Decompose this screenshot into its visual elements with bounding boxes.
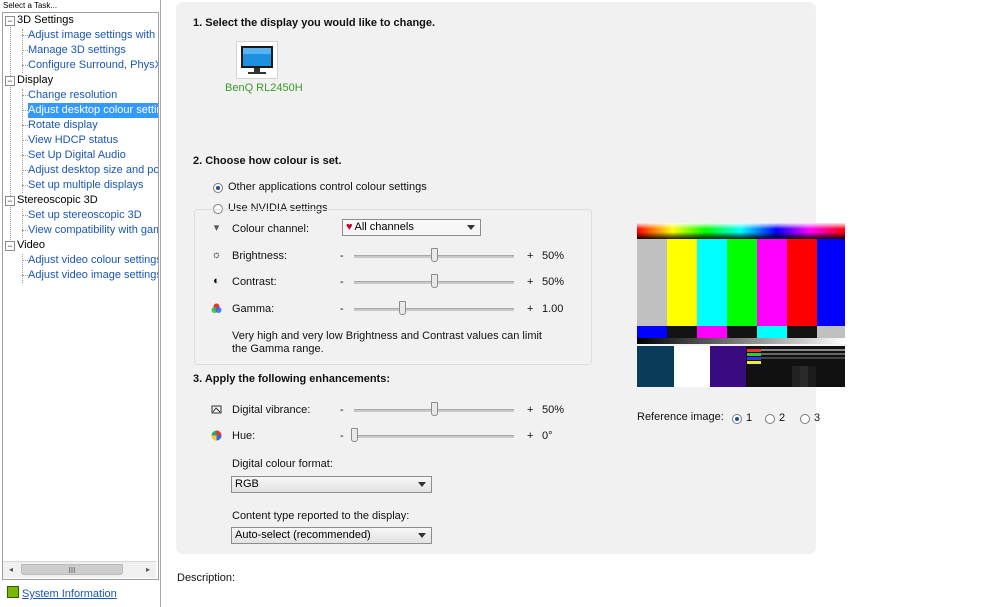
colour-channel-icon: ▾ (213, 222, 220, 234)
tree-item-adjust-desktop-colour[interactable]: Adjust desktop colour setting (28, 103, 158, 118)
sun-icon: ☼ (211, 249, 222, 261)
option-other-applications-label[interactable]: Other applications control colour settin… (228, 181, 427, 193)
hue-slider-track[interactable] (354, 435, 514, 438)
task-pane-title: Select a Task... (3, 1, 58, 10)
hue-label: Hue: (232, 430, 256, 442)
colour-channel-label: Colour channel: (232, 223, 310, 235)
tree-item-digital-audio[interactable]: Set Up Digital Audio (28, 148, 126, 163)
brightness-minus: - (340, 250, 344, 262)
description-label: Description: (177, 572, 236, 584)
digital-colour-format-label: Digital colour format: (232, 458, 333, 470)
brightness-slider-thumb[interactable] (431, 248, 438, 262)
tree-category-stereoscopic[interactable]: Stereoscopic 3D (17, 193, 98, 208)
reference-image-label: Reference image: (637, 411, 724, 423)
colour-channel-value: All channels (354, 221, 414, 233)
step1-heading: 1. Select the display you would like to … (193, 17, 436, 29)
system-information-link[interactable]: System Information (7, 586, 117, 600)
tree-category-video[interactable]: Video (17, 238, 45, 253)
contrast-label: Contrast: (232, 276, 277, 288)
collapse-video-toggle[interactable]: − (5, 241, 15, 251)
brightness-plus: + (527, 250, 534, 262)
gamma-minus: - (340, 303, 344, 315)
scroll-right-arrow-icon[interactable]: ▸ (140, 562, 156, 578)
vibrance-plus: + (527, 404, 534, 416)
gamma-value: 1.00 (542, 303, 564, 315)
step3-heading: 3. Apply the following enhancements: (193, 373, 391, 385)
gamma-slider-thumb[interactable] (399, 301, 406, 315)
collapse-display-toggle[interactable]: − (5, 76, 15, 86)
tree-item-video-image[interactable]: Adjust video image settings (28, 268, 158, 283)
gamma-label: Gamma: (232, 303, 275, 315)
contrast-slider-thumb[interactable] (431, 274, 438, 288)
hue-icon (211, 430, 222, 441)
brightness-label: Brightness: (232, 250, 288, 262)
task-pane: Select a Task... − − − − 3D Settings Adj… (0, 0, 161, 607)
contrast-icon: ◐ (213, 275, 220, 287)
gamma-note-line1: Very high and very low Brightness and Co… (232, 330, 542, 342)
hue-slider-thumb[interactable] (351, 428, 358, 442)
display-name[interactable]: BenQ RL2450H (225, 82, 303, 94)
system-information-label: System Information (22, 588, 117, 600)
collapse-3d-settings-toggle[interactable]: − (5, 16, 15, 26)
reference-image (637, 223, 845, 387)
monitor-icon (241, 46, 273, 74)
tree-category-display[interactable]: Display (17, 73, 53, 88)
system-info-icon (7, 586, 19, 598)
tree-item-view-hdcp-status[interactable]: View HDCP status (28, 133, 118, 148)
content-type-label: Content type reported to the display: (232, 510, 410, 522)
chevron-down-icon (418, 533, 426, 538)
scroll-left-arrow-icon[interactable]: ◂ (3, 562, 19, 578)
digital-colour-format-select[interactable]: RGB (231, 476, 432, 493)
tree-item-setup-stereoscopic[interactable]: Set up stereoscopic 3D (28, 208, 142, 223)
gamma-note-line2: the Gamma range. (232, 343, 324, 355)
tree-item-rotate-display[interactable]: Rotate display (28, 118, 98, 133)
reference-option-3[interactable]: 3 (814, 412, 820, 424)
tree-item-multiple-displays[interactable]: Set up multiple displays (28, 178, 144, 193)
collapse-stereoscopic-toggle[interactable]: − (5, 196, 15, 206)
reference-option-2[interactable]: 2 (779, 412, 785, 424)
step2-heading: 2. Choose how colour is set. (193, 155, 342, 167)
vibrance-minus: - (340, 404, 344, 416)
reference-radio-1[interactable] (732, 414, 742, 424)
reference-option-1[interactable]: 1 (746, 412, 752, 424)
display-selector-benq[interactable] (236, 41, 278, 79)
tree-horizontal-scrollbar[interactable]: ◂ III ▸ (3, 561, 156, 578)
hue-minus: - (340, 430, 344, 442)
hue-value: 0° (542, 430, 553, 442)
settings-panel: 1. Select the display you would like to … (176, 2, 845, 554)
digital-colour-format-value: RGB (235, 478, 259, 490)
tree-item-adjust-image-settings[interactable]: Adjust image settings with pr (28, 28, 158, 43)
tree-item-view-compatibility[interactable]: View compatibility with game (28, 223, 158, 238)
reference-radio-3[interactable] (800, 414, 810, 424)
contrast-value: 50% (542, 276, 565, 288)
contrast-plus: + (527, 276, 534, 288)
reference-radio-2[interactable] (765, 414, 775, 424)
chevron-down-icon (418, 482, 426, 487)
channel-rgb-icon: ♥ (346, 221, 353, 233)
content-type-select[interactable]: Auto-select (recommended) (231, 527, 432, 544)
chevron-down-icon (467, 225, 475, 230)
vibrance-label: Digital vibrance: (232, 404, 311, 416)
radio-other-applications[interactable] (213, 183, 223, 193)
vibrance-value: 50% (542, 404, 565, 416)
tree-item-manage-3d-settings[interactable]: Manage 3D settings (28, 43, 126, 58)
colour-channel-select[interactable]: ♥ All channels (342, 219, 481, 236)
gamma-icon (211, 303, 222, 314)
scroll-thumb[interactable]: III (21, 564, 123, 575)
contrast-minus: - (340, 276, 344, 288)
tree-item-video-colour[interactable]: Adjust video colour settings (28, 253, 158, 268)
brightness-value: 50% (542, 250, 565, 262)
tree-item-configure-surround[interactable]: Configure Surround, PhysX (28, 58, 158, 73)
task-tree[interactable]: − − − − 3D Settings Adjust image setting… (2, 12, 159, 580)
tree-item-change-resolution[interactable]: Change resolution (28, 88, 117, 103)
gamma-plus: + (527, 303, 534, 315)
content-type-value: Auto-select (recommended) (235, 529, 371, 541)
tree-category-3d-settings[interactable]: 3D Settings (17, 13, 74, 28)
vibrance-slider-thumb[interactable] (431, 402, 438, 416)
main-content: 1. Select the display you would like to … (161, 0, 1000, 607)
tree-item-desktop-size[interactable]: Adjust desktop size and posit (28, 163, 158, 178)
hue-plus: + (527, 430, 534, 442)
gamma-slider-track[interactable] (354, 308, 514, 311)
vibrance-icon (211, 404, 222, 415)
